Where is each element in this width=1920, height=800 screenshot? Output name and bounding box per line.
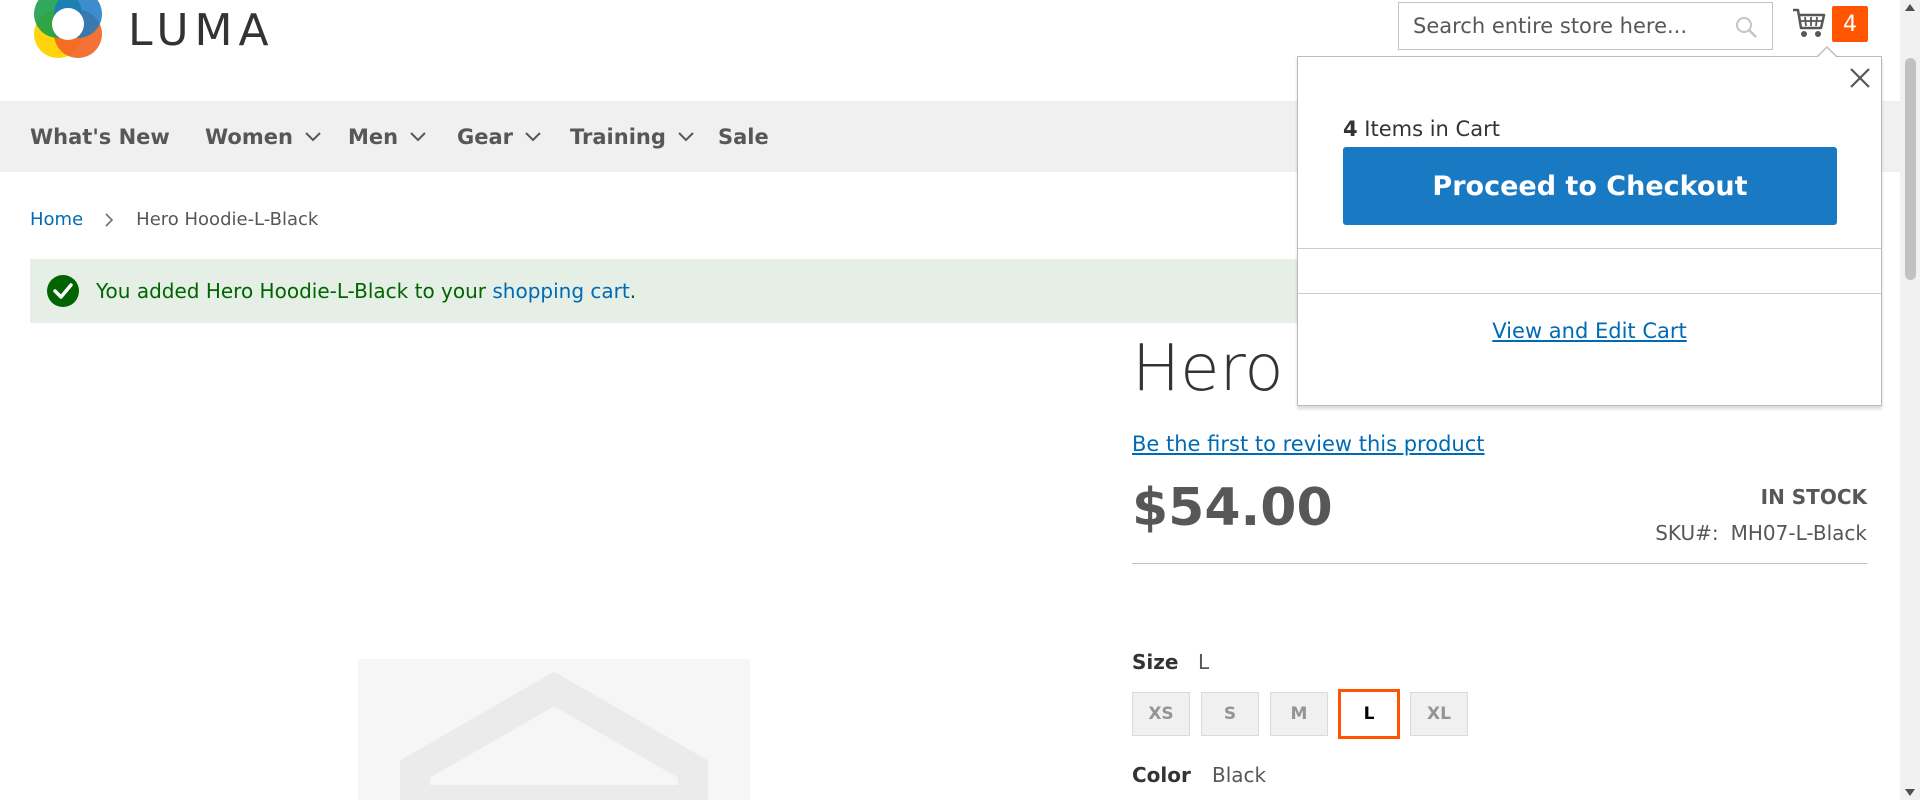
chevron-down-icon (678, 131, 694, 141)
nav-item-women[interactable]: Women (205, 101, 321, 172)
search-input[interactable] (1399, 3, 1719, 49)
nav-item-label: Women (205, 124, 293, 149)
size-swatch-s[interactable]: S (1201, 692, 1259, 736)
product-price: $54.00 (1132, 478, 1333, 538)
chevron-down-icon (410, 131, 426, 141)
size-value: L (1198, 650, 1210, 674)
breadcrumb: Home Hero Hoodie-L-Black (30, 209, 318, 230)
divider (1298, 293, 1881, 294)
size-swatch-l[interactable]: L (1338, 689, 1400, 739)
scroll-up-arrow-icon[interactable] (1905, 4, 1915, 11)
divider (1298, 248, 1881, 249)
cart-count-badge[interactable]: 4 (1832, 6, 1868, 42)
message-suffix: . (629, 279, 637, 303)
breadcrumb-current: Hero Hoodie-L-Black (136, 209, 319, 230)
product-sku: SKU#: MH07-L-Black (1655, 521, 1867, 545)
minicart-arrow-inner (1817, 48, 1837, 58)
stock-status: IN STOCK (1760, 485, 1867, 509)
minicart-dropdown: 4 Items in Cart Proceed to Checkout View… (1297, 56, 1882, 406)
proceed-to-checkout-button[interactable]: Proceed to Checkout (1343, 147, 1837, 225)
sku-value: MH07-L-Black (1730, 521, 1867, 545)
divider (1132, 563, 1867, 564)
minicart-count-number: 4 (1343, 117, 1358, 141)
nav-item-label: What's New (30, 124, 170, 149)
chevron-right-icon (105, 212, 114, 227)
minicart-count-suffix: Items in Cart (1357, 117, 1500, 141)
size-label: Size (1132, 650, 1179, 674)
view-edit-cart-link[interactable]: View and Edit Cart (1298, 319, 1881, 343)
close-icon[interactable] (1847, 65, 1873, 91)
nav-item-sale[interactable]: Sale (718, 101, 769, 172)
chevron-down-icon (525, 131, 541, 141)
luma-logo-icon (34, 0, 102, 58)
nav-item-label: Men (348, 124, 399, 149)
nav-item-label: Gear (457, 124, 514, 149)
nav-item-gear[interactable]: Gear (457, 101, 541, 172)
message-text: You added Hero Hoodie-L-Black to your (96, 279, 493, 303)
nav-item-men[interactable]: Men (348, 101, 426, 172)
size-swatch-xl[interactable]: XL (1410, 692, 1468, 736)
nav-item-label: Training (570, 124, 666, 149)
color-label: Color (1132, 763, 1191, 787)
placeholder-logo-icon (400, 671, 708, 800)
size-swatch-m[interactable]: M (1270, 692, 1328, 736)
success-check-icon (47, 275, 79, 307)
logo-text: LUMA (128, 4, 275, 56)
breadcrumb-home-link[interactable]: Home (30, 209, 83, 230)
scrollbar-thumb[interactable] (1905, 58, 1916, 280)
nav-item-label: Sale (718, 124, 769, 149)
success-message: You added Hero Hoodie-L-Black to your sh… (30, 259, 1370, 323)
search-box (1398, 2, 1773, 50)
color-value: Black (1212, 763, 1267, 787)
chevron-down-icon (305, 131, 321, 141)
minicart-item-count: 4 Items in Cart (1343, 117, 1500, 141)
search-icon[interactable] (1734, 15, 1758, 39)
nav-item-training[interactable]: Training (570, 101, 694, 172)
review-link[interactable]: Be the first to review this product (1132, 432, 1485, 456)
shopping-cart-link[interactable]: shopping cart (492, 279, 629, 303)
scroll-down-arrow-icon[interactable] (1905, 789, 1915, 796)
product-image-placeholder (358, 659, 750, 800)
cart-icon[interactable] (1792, 6, 1826, 40)
luma-logo[interactable]: LUMA (30, 0, 275, 68)
sku-label: SKU#: (1655, 521, 1719, 545)
nav-item-whats-new[interactable]: What's New (30, 101, 170, 172)
page-scrollbar[interactable] (1900, 0, 1920, 800)
size-swatch-xs[interactable]: XS (1132, 692, 1190, 736)
